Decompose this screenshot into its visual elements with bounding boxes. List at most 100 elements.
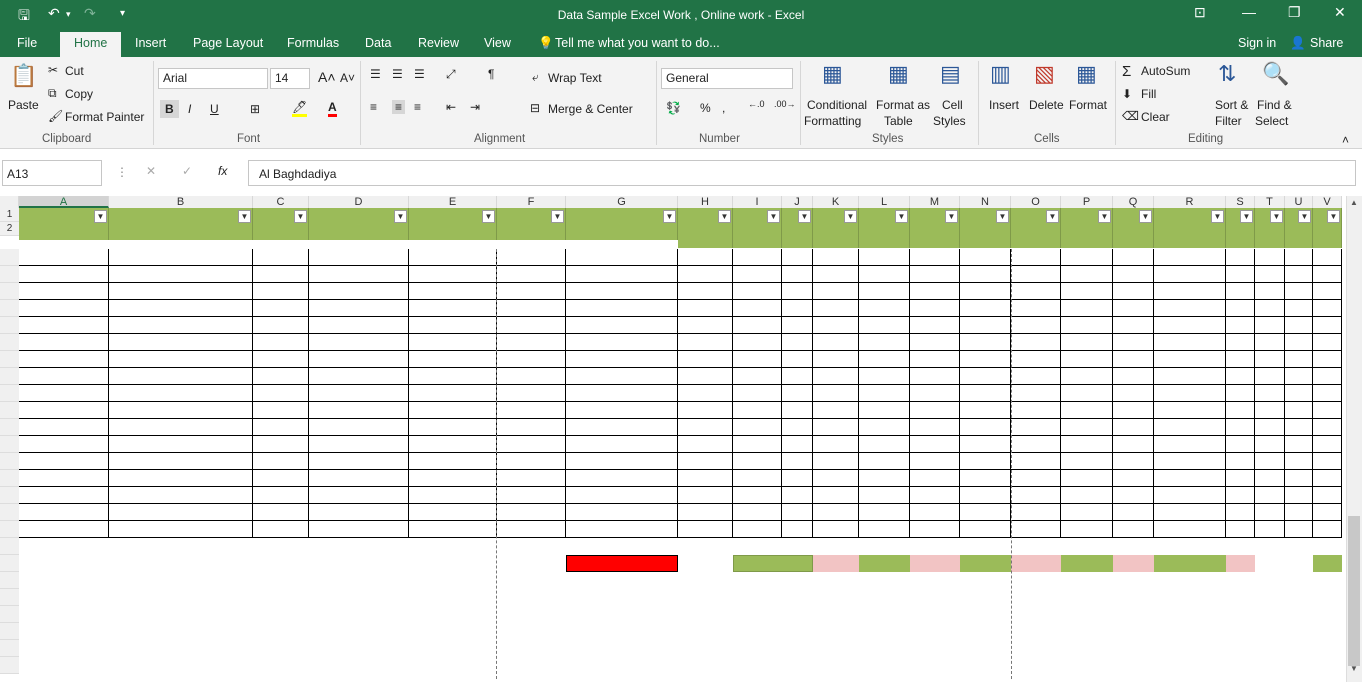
table-cell[interactable] — [566, 419, 678, 436]
table-cell[interactable] — [782, 385, 813, 402]
row-header[interactable] — [0, 300, 19, 317]
merge-icon[interactable]: ⊟ — [530, 101, 540, 115]
table-cell[interactable] — [409, 385, 497, 402]
table-cell[interactable] — [1061, 283, 1113, 300]
table-cell[interactable] — [1061, 487, 1113, 504]
table-cell[interactable] — [1154, 266, 1226, 283]
table-cell[interactable] — [1061, 317, 1113, 334]
table-cell[interactable] — [309, 504, 409, 521]
table-cell[interactable] — [1285, 419, 1313, 436]
table-cell[interactable] — [859, 300, 910, 317]
table-cell[interactable] — [497, 402, 566, 419]
cut-button[interactable]: Cut — [65, 64, 84, 78]
column-header-h[interactable]: H — [678, 196, 733, 208]
filter-dropdown-icon[interactable]: ▼ — [1240, 210, 1253, 223]
table-cell[interactable] — [253, 521, 309, 538]
table-cell[interactable] — [497, 317, 566, 334]
percent-icon[interactable]: % — [700, 101, 711, 115]
clear-icon[interactable]: ⌫ — [1122, 109, 1139, 123]
table-cell[interactable] — [782, 504, 813, 521]
column-header-p[interactable]: P — [1061, 196, 1113, 208]
table-cell[interactable] — [1154, 385, 1226, 402]
table-cell[interactable] — [1255, 504, 1285, 521]
table-cell[interactable] — [566, 470, 678, 487]
table-cell[interactable] — [409, 351, 497, 368]
comma-icon[interactable]: , — [722, 101, 725, 115]
table-cell[interactable] — [109, 402, 253, 419]
table-cell[interactable] — [960, 351, 1011, 368]
insert-cells-button[interactable]: Insert — [989, 98, 1019, 112]
table-cell[interactable] — [1113, 283, 1154, 300]
table-cell[interactable] — [1011, 504, 1061, 521]
table-cell[interactable] — [1154, 351, 1226, 368]
table-cell[interactable] — [1285, 521, 1313, 538]
copy-icon[interactable]: ⧉ — [48, 86, 57, 101]
filter-dropdown-icon[interactable]: ▼ — [718, 210, 731, 223]
table-cell[interactable] — [309, 521, 409, 538]
table-cell[interactable] — [253, 419, 309, 436]
table-cell[interactable] — [1255, 419, 1285, 436]
table-cell[interactable] — [1285, 317, 1313, 334]
table-cell[interactable] — [253, 436, 309, 453]
table-cell[interactable] — [813, 351, 859, 368]
table-cell[interactable] — [1255, 300, 1285, 317]
table-cell[interactable] — [782, 368, 813, 385]
table-cell[interactable] — [960, 249, 1011, 266]
table-cell[interactable] — [109, 317, 253, 334]
table-cell[interactable] — [1113, 368, 1154, 385]
table-cell[interactable] — [1255, 368, 1285, 385]
table-cell[interactable] — [782, 351, 813, 368]
table-cell[interactable] — [1154, 317, 1226, 334]
table-cell[interactable] — [1285, 470, 1313, 487]
table-cell[interactable] — [109, 470, 253, 487]
tell-me-input[interactable]: Tell me what you want to do... — [555, 36, 720, 50]
table-cell[interactable] — [19, 334, 109, 351]
table-cell[interactable] — [309, 385, 409, 402]
table-cell[interactable] — [813, 300, 859, 317]
table-cell[interactable] — [859, 436, 910, 453]
column-header-a[interactable]: A — [19, 196, 109, 208]
table-cell[interactable] — [910, 402, 960, 419]
table-cell[interactable] — [1154, 249, 1226, 266]
table-cell[interactable] — [813, 368, 859, 385]
table-cell[interactable] — [733, 385, 782, 402]
row-header[interactable] — [0, 640, 19, 657]
table-cell[interactable] — [1255, 487, 1285, 504]
table-cell[interactable] — [1226, 334, 1255, 351]
table-cell[interactable] — [19, 419, 109, 436]
table-cell[interactable] — [19, 453, 109, 470]
worksheet-grid[interactable]: A B C D E F G H I J K L M N O P Q R S T U V 1 2 ▼ ▼ ▼ ▼ ▼ ▼ ▼ ▼ ▼ ▼ ▼ ▼ ▼ ▼ ▼ ▼… — [0, 196, 1362, 682]
filter-dropdown-icon[interactable]: ▼ — [1046, 210, 1059, 223]
row-header[interactable] — [0, 402, 19, 419]
table-cell[interactable] — [813, 453, 859, 470]
table-cell[interactable] — [109, 300, 253, 317]
table-cell[interactable] — [782, 453, 813, 470]
table-cell[interactable] — [859, 351, 910, 368]
table-cell[interactable] — [253, 368, 309, 385]
filter-dropdown-icon[interactable]: ▼ — [798, 210, 811, 223]
table-cell[interactable] — [733, 368, 782, 385]
table-cell[interactable] — [309, 436, 409, 453]
table-cell[interactable] — [109, 385, 253, 402]
table-cell[interactable] — [19, 300, 109, 317]
font-name-select[interactable]: Arial — [158, 68, 268, 89]
table-cell[interactable] — [678, 249, 733, 266]
table-cell[interactable] — [1285, 504, 1313, 521]
table-cell[interactable] — [1113, 266, 1154, 283]
table-cell[interactable] — [813, 487, 859, 504]
table-cell[interactable] — [1011, 436, 1061, 453]
borders-icon[interactable]: ⊞ — [250, 102, 260, 116]
table-cell[interactable] — [409, 470, 497, 487]
sort-filter-button[interactable]: Sort & — [1215, 98, 1248, 112]
table-cell[interactable] — [19, 385, 109, 402]
table-cell[interactable] — [1113, 504, 1154, 521]
bold-icon[interactable]: B — [160, 100, 179, 118]
row-header[interactable] — [0, 504, 19, 521]
table-cell[interactable] — [409, 402, 497, 419]
table-cell[interactable] — [1255, 351, 1285, 368]
row-header[interactable] — [0, 521, 19, 538]
table-cell[interactable] — [1011, 402, 1061, 419]
table-cell[interactable] — [733, 283, 782, 300]
table-cell[interactable] — [960, 470, 1011, 487]
table-cell[interactable] — [497, 249, 566, 266]
